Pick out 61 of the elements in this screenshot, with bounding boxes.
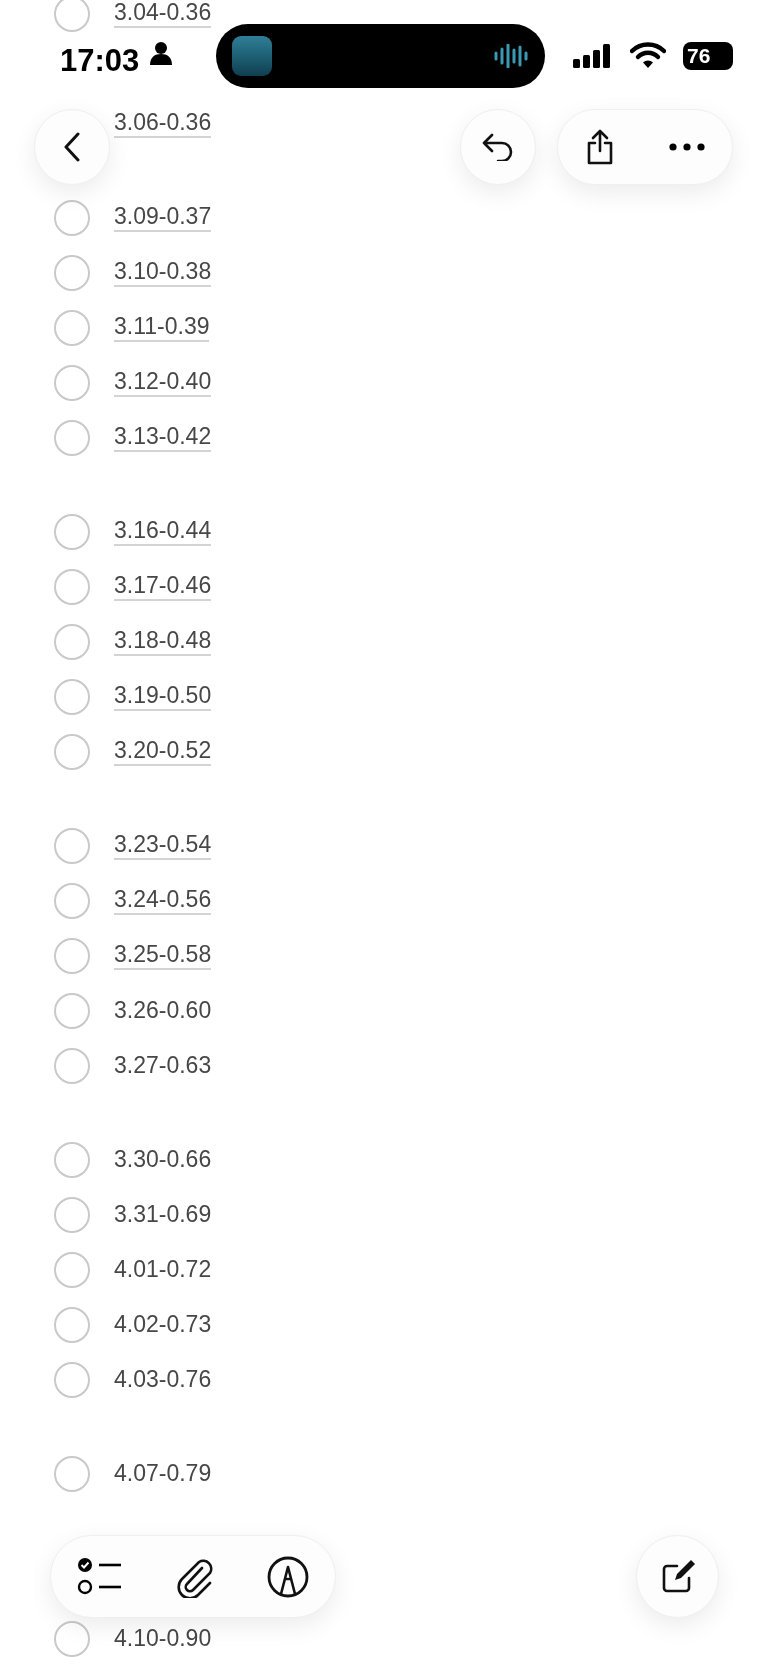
checklist-icon <box>77 1556 123 1597</box>
share-icon <box>585 129 615 165</box>
task-checkbox[interactable] <box>54 364 90 401</box>
task-checkbox[interactable] <box>54 309 90 346</box>
task-link[interactable]: 3.24-0.56 <box>114 885 212 916</box>
task-checkbox[interactable] <box>54 882 90 919</box>
more-icon <box>669 143 705 151</box>
task-checkbox[interactable] <box>54 733 90 770</box>
task-link[interactable]: 3.06-0.36 <box>114 108 212 139</box>
task-checkbox[interactable] <box>54 937 90 974</box>
task-link[interactable]: 3.17-0.46 <box>114 571 212 602</box>
task-text: 3.31-0.69 <box>114 1200 212 1229</box>
task-checkbox[interactable] <box>54 1047 90 1084</box>
task-checkbox[interactable] <box>54 1306 90 1343</box>
task-checkbox[interactable] <box>54 1361 90 1398</box>
task-checkbox[interactable] <box>54 199 90 236</box>
task-checkbox[interactable] <box>54 1620 90 1657</box>
wifi-icon <box>630 42 666 69</box>
task-text: 3.27-0.63 <box>114 1051 212 1080</box>
undo-icon <box>482 133 514 161</box>
task-link[interactable]: 3.23-0.54 <box>114 830 212 861</box>
task-link[interactable]: 3.16-0.44 <box>114 516 212 547</box>
task-link[interactable]: 3.10-0.38 <box>114 257 212 288</box>
task-text: 3.26-0.60 <box>114 996 212 1025</box>
task-link[interactable]: 3.12-0.40 <box>114 367 212 398</box>
task-text: 4.01-0.72 <box>114 1255 212 1284</box>
task-checkbox[interactable] <box>54 1141 90 1178</box>
battery-level: 76 <box>683 42 733 70</box>
task-checkbox[interactable] <box>54 1251 90 1288</box>
signal-icon <box>573 44 611 68</box>
task-text: 3.30-0.66 <box>114 1145 212 1174</box>
task-checkbox[interactable] <box>54 827 90 864</box>
task-checkbox[interactable] <box>54 568 90 605</box>
task-link[interactable]: 3.11-0.39 <box>114 312 210 343</box>
task-checkbox[interactable] <box>54 0 90 32</box>
task-checkbox[interactable] <box>54 1455 90 1492</box>
task-link[interactable]: 3.18-0.48 <box>114 626 212 657</box>
task-checkbox[interactable] <box>54 623 90 660</box>
chevron-left-icon <box>63 132 81 162</box>
task-link[interactable]: 3.20-0.52 <box>114 736 212 767</box>
task-link[interactable]: 3.19-0.50 <box>114 681 212 712</box>
person-icon <box>150 41 172 65</box>
task-checkbox[interactable] <box>54 419 90 456</box>
waveform-icon <box>494 44 530 68</box>
task-checkbox[interactable] <box>54 992 90 1029</box>
task-text: 4.02-0.73 <box>114 1310 212 1339</box>
compose-icon <box>660 1559 695 1594</box>
task-link[interactable]: 3.04-0.36 <box>114 0 212 29</box>
task-checkbox[interactable] <box>54 1196 90 1233</box>
task-checkbox[interactable] <box>54 254 90 291</box>
task-text: 4.03-0.76 <box>114 1365 212 1394</box>
album-art-placeholder <box>232 36 272 76</box>
task-link[interactable]: 3.13-0.42 <box>114 422 212 453</box>
pen-tip-icon <box>267 1555 309 1598</box>
task-link[interactable]: 3.09-0.37 <box>114 202 212 233</box>
task-text: 4.07-0.79 <box>114 1459 212 1488</box>
task-checkbox[interactable] <box>54 513 90 550</box>
task-link[interactable]: 3.25-0.58 <box>114 940 212 971</box>
task-checkbox[interactable] <box>54 678 90 715</box>
task-text: 4.10-0.90 <box>114 1624 212 1653</box>
status-time: 17:03 <box>60 42 140 80</box>
